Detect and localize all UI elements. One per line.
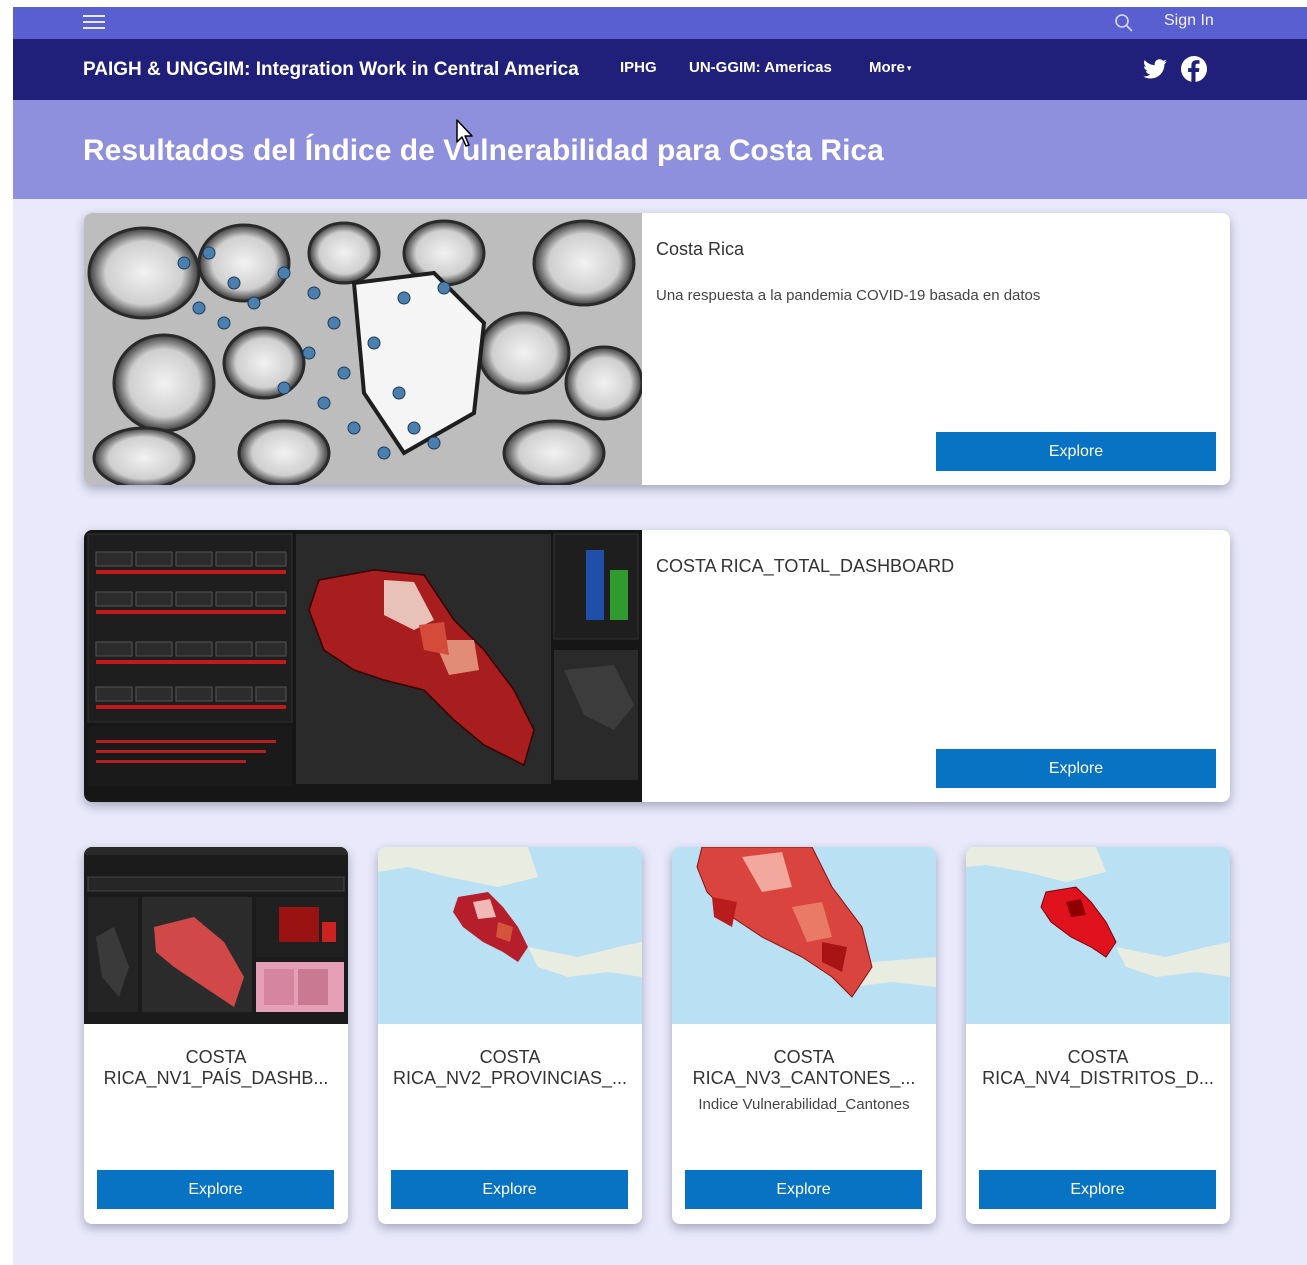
main-navbar: PAIGH & UNGGIM: Integration Work in Cent…	[13, 39, 1307, 100]
map-thumbnail[interactable]	[378, 847, 642, 1024]
nav-more-label: More	[869, 59, 905, 76]
explore-button[interactable]: Explore	[936, 749, 1216, 788]
dashboard-thumbnail[interactable]	[84, 530, 642, 802]
nav-more-dropdown[interactable]: More ▾	[869, 59, 911, 76]
map-thumbnail[interactable]	[672, 847, 936, 1024]
explore-button[interactable]: Explore	[391, 1170, 628, 1209]
card-title: COSTA RICA_NV4_DISTRITOS_D...	[982, 1047, 1214, 1088]
hamburger-icon[interactable]	[83, 12, 105, 32]
card-title: COSTA RICA_NV1_PAÍS_DASHB...	[103, 1047, 329, 1088]
dashboard-card-total: COSTA RICA_TOTAL_DASHBOARD Explore	[84, 530, 1230, 802]
mouse-cursor-icon	[456, 119, 473, 147]
map-card-nv2-provincias: COSTA RICA_NV2_PROVINCIAS_... Explore	[378, 847, 642, 1224]
card-description: Indice Vulnerabilidad_Cantones	[698, 1096, 910, 1113]
explore-button[interactable]: Explore	[979, 1170, 1216, 1209]
map-thumbnail[interactable]	[966, 847, 1230, 1024]
card-title: COSTA RICA_NV3_CANTONES_...	[692, 1047, 916, 1088]
story-card-costa-rica: Costa Rica Una respuesta a la pandemia C…	[84, 213, 1230, 485]
card-title: COSTA RICA_TOTAL_DASHBOARD	[656, 556, 955, 576]
nav-link-iphg[interactable]: IPHG	[620, 59, 657, 76]
site-title[interactable]: PAIGH & UNGGIM: Integration Work in Cent…	[83, 59, 579, 81]
twitter-icon[interactable]	[1142, 56, 1168, 82]
nav-link-un-ggim-americas[interactable]: UN-GGIM: Americas	[689, 59, 832, 76]
facebook-icon[interactable]	[1181, 56, 1207, 82]
header-band: Resultados del Índice de Vulnerabilidad …	[13, 100, 1307, 199]
explore-button[interactable]: Explore	[685, 1170, 922, 1209]
card-title: Costa Rica	[656, 239, 745, 259]
map-card-nv3-cantones: COSTA RICA_NV3_CANTONES_... Indice Vulne…	[672, 847, 936, 1224]
explore-button[interactable]: Explore	[936, 432, 1216, 471]
caret-down-icon: ▾	[906, 62, 912, 73]
explore-button[interactable]: Explore	[97, 1170, 334, 1209]
top-utility-bar: Sign In	[13, 7, 1307, 39]
dashboard-thumbnail[interactable]	[84, 847, 348, 1024]
card-description: Una respuesta a la pandemia COVID-19 bas…	[656, 287, 1041, 304]
card-title: COSTA RICA_NV2_PROVINCIAS_...	[392, 1047, 628, 1088]
page-title: Resultados del Índice de Vulnerabilidad …	[83, 134, 884, 167]
sign-in-link[interactable]: Sign In	[1164, 12, 1214, 30]
micrograph-thumbnail[interactable]	[84, 213, 642, 485]
search-icon[interactable]	[1114, 13, 1134, 33]
map-card-nv1-pais: COSTA RICA_NV1_PAÍS_DASHB... Explore	[84, 847, 348, 1224]
page-frame: Sign In PAIGH & UNGGIM: Integration Work…	[13, 7, 1307, 1265]
map-card-nv4-distritos: COSTA RICA_NV4_DISTRITOS_D... Explore	[966, 847, 1230, 1224]
